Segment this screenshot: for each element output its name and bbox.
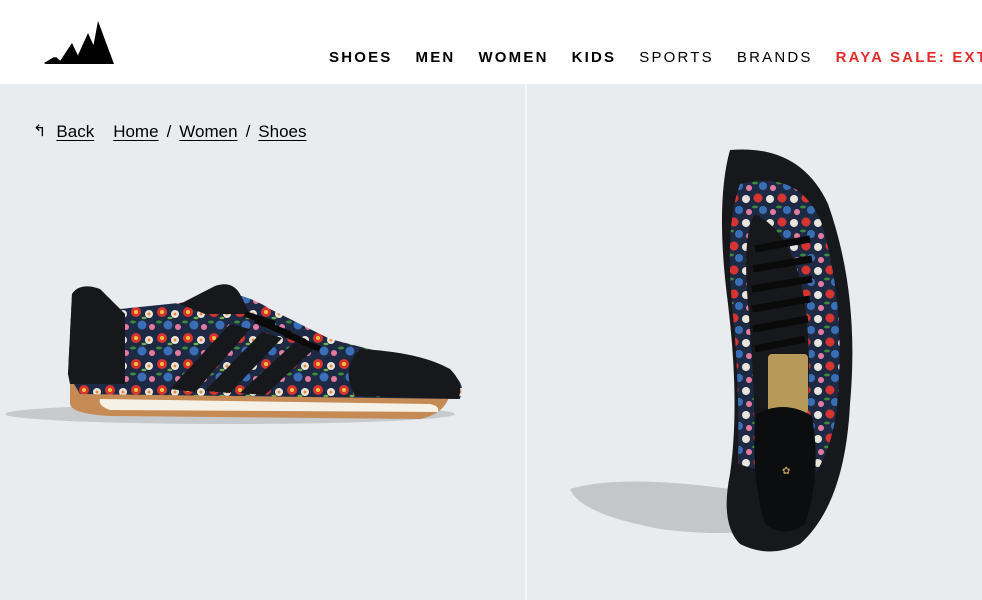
nav-kids[interactable]: KIDS — [572, 48, 617, 68]
breadcrumb-women[interactable]: Women — [179, 122, 237, 142]
site-header: SHOES MEN WOMEN KIDS SPORTS BRANDS RAYA … — [0, 0, 982, 84]
shoe-top-view[interactable]: ✿ — [560, 144, 880, 564]
back-link[interactable]: Back — [56, 122, 94, 142]
adidas-logo[interactable] — [44, 21, 114, 65]
breadcrumb-separator: / — [166, 122, 172, 141]
breadcrumb-home[interactable]: Home — [113, 122, 158, 142]
gallery-divider — [525, 84, 527, 600]
breadcrumb: ↰ Back Home / Women / Shoes — [33, 122, 307, 142]
back-arrow-icon[interactable]: ↰ — [33, 124, 46, 140]
nav-men[interactable]: MEN — [416, 48, 456, 68]
breadcrumb-shoes[interactable]: Shoes — [258, 122, 306, 142]
nav-raya-sale[interactable]: RAYA SALE: EXTRA — [836, 48, 982, 68]
product-gallery: ↰ Back Home / Women / Shoes ✿ — [0, 84, 982, 600]
nav-women[interactable]: WOMEN — [478, 48, 548, 68]
nav-brands[interactable]: BRANDS — [737, 48, 813, 68]
main-nav: SHOES MEN WOMEN KIDS SPORTS BRANDS RAYA … — [329, 48, 982, 68]
nav-shoes[interactable]: SHOES — [329, 48, 393, 68]
svg-text:✿: ✿ — [782, 466, 790, 477]
breadcrumb-separator: / — [245, 122, 251, 141]
shoe-side-view[interactable] — [0, 254, 470, 444]
nav-sports[interactable]: SPORTS — [639, 48, 714, 68]
